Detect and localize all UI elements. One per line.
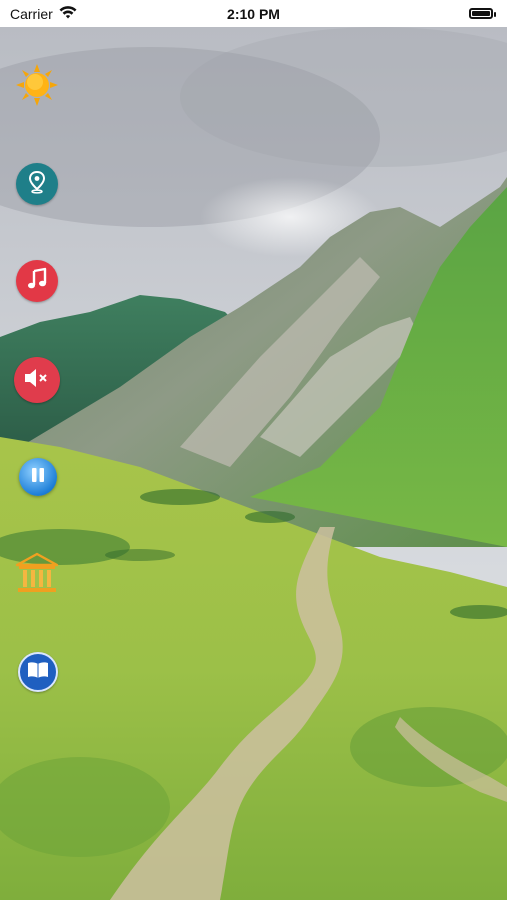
music-button[interactable] (16, 260, 58, 302)
mute-button[interactable] (14, 357, 60, 403)
weather-button[interactable] (15, 63, 59, 112)
status-left: Carrier (10, 6, 77, 22)
book-icon (26, 660, 50, 685)
pause-button[interactable] (19, 458, 57, 496)
mountain-landscape-image (0, 27, 507, 900)
map-pin-icon (26, 170, 48, 199)
location-button[interactable] (16, 163, 58, 205)
museum-button[interactable] (15, 551, 59, 600)
speaker-mute-icon (23, 367, 51, 394)
music-note-icon (26, 267, 48, 296)
book-button[interactable] (18, 652, 58, 692)
battery-icon (469, 8, 496, 19)
sun-icon (15, 63, 59, 112)
pause-icon (29, 466, 47, 489)
status-bar: Carrier 2:10 PM (0, 0, 507, 27)
carrier-label: Carrier (10, 5, 53, 22)
wifi-icon (59, 5, 77, 22)
museum-icon (15, 551, 59, 600)
